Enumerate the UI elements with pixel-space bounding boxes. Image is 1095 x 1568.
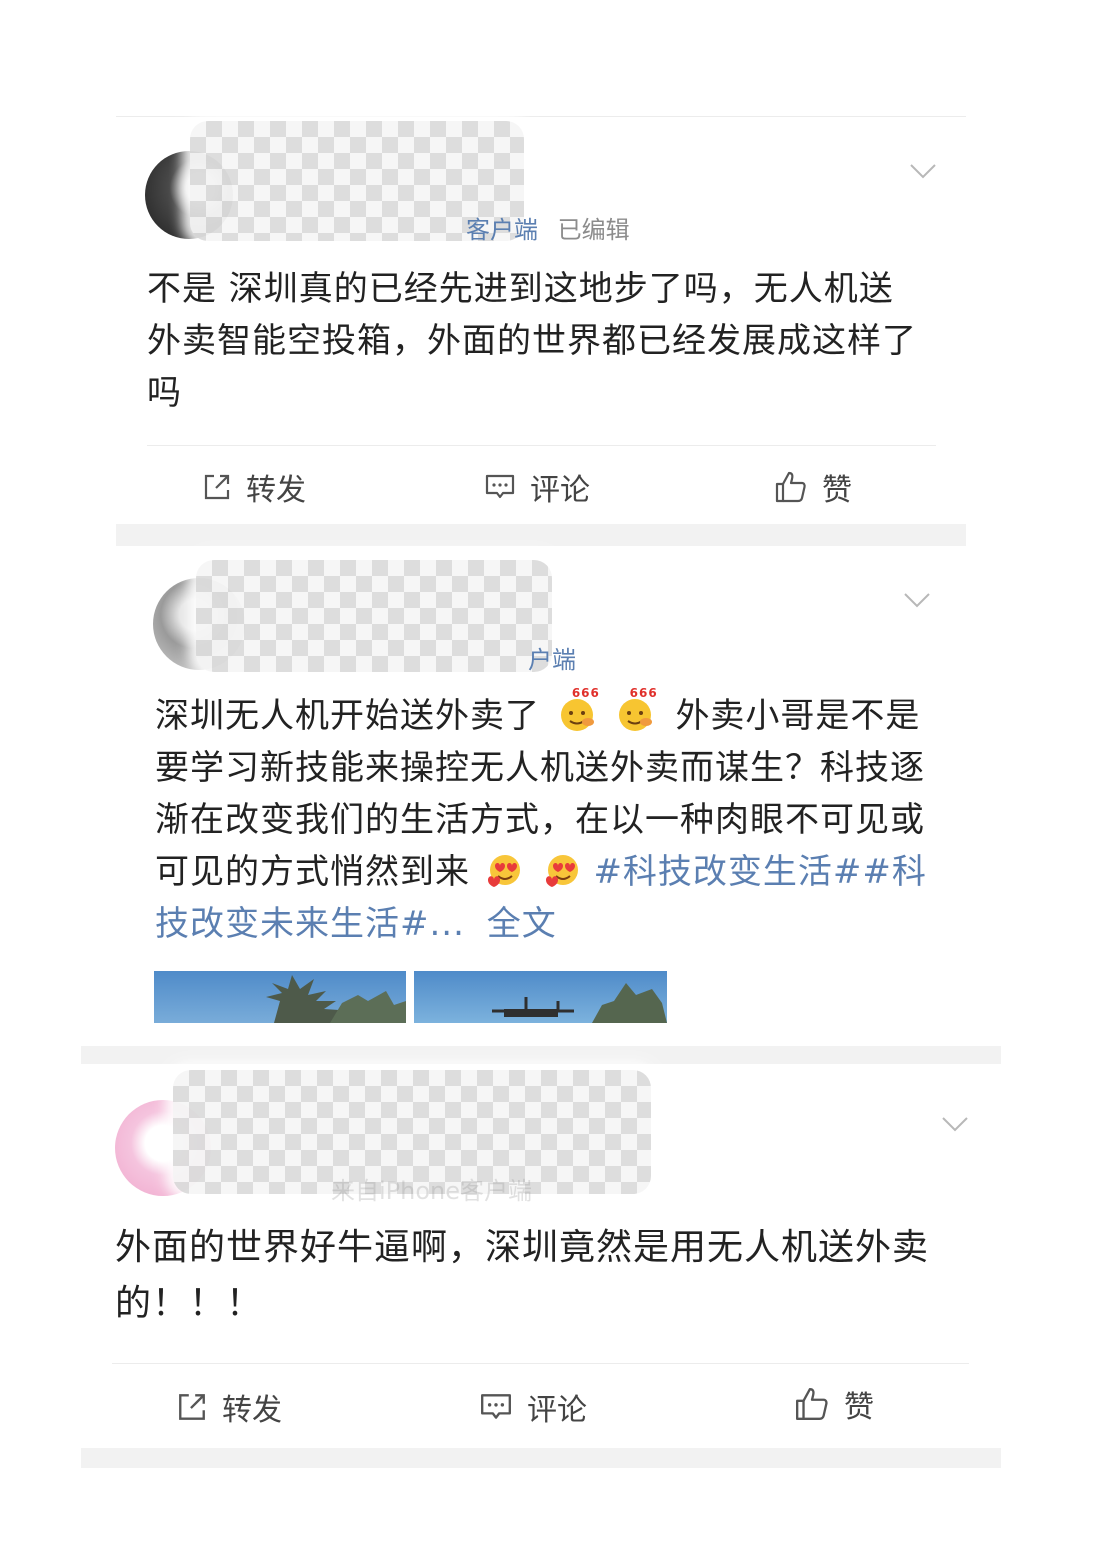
post-text: 不是 深圳真的已经先进到这地步了吗，无人机送外卖智能空投箱，外面的世界都已经发展… [147,269,917,413]
comment-label: 评论 [530,473,590,508]
emoji-666-icon: 666 [616,687,657,733]
comment-button[interactable]: 评论 [484,465,590,509]
emoji-666-label: 666 [571,686,600,700]
tree-silhouette [266,975,406,1023]
post-meta: 户端 [528,640,576,675]
client-source: 来自iPhone客户端 [331,1177,533,1205]
like-button[interactable]: 赞 [794,1382,874,1426]
heart-eyes-emoji-icon [486,851,524,889]
action-divider [112,1363,969,1364]
chevron-down-icon[interactable] [904,592,930,608]
comment-icon [485,474,515,499]
post-text-part-1: 深圳无人机开始送外卖了 [155,696,540,736]
like-button[interactable]: 赞 [774,465,852,509]
post-card-2: 户端 深圳无人机开始送外卖了 666 666 外卖小哥是不是要学习新技能来操控无… [116,546,966,1023]
post-meta: 客户端 已编辑 [466,210,630,245]
chevron-down-icon[interactable] [910,163,936,179]
post-image-1[interactable] [154,971,406,1023]
post-card-1: 客户端 已编辑 不是 深圳真的已经先进到这地步了吗，无人机送外卖智能空投箱，外面… [116,117,966,523]
full-text-link[interactable]: 全文 [487,904,557,944]
client-source: 客户端 [466,216,538,244]
emoji-666-label: 666 [629,686,658,700]
comment-button[interactable]: 评论 [479,1385,587,1429]
repost-button[interactable]: 转发 [202,465,306,509]
like-label: 赞 [822,473,852,508]
post-text: 深圳无人机开始送外卖了 666 666 外卖小哥是不是要学习新技能来操控无人机送… [155,687,935,950]
chevron-down-icon[interactable] [942,1116,968,1132]
username-mask [196,560,552,672]
post-meta: 来自iPhone客户端 [331,1171,532,1206]
emoji-666-icon: 666 [558,687,599,733]
edited-label: 已编辑 [557,216,630,244]
comment-icon [481,1394,511,1419]
thumbs-up-icon [775,471,806,503]
repost-button[interactable]: 转发 [176,1385,282,1429]
action-divider [147,445,936,446]
heart-eyes-emoji-icon [544,851,582,889]
separator-band [81,1448,1001,1468]
post-card-3: 来自iPhone客户端 外面的世界好牛逼啊，深圳竟然是用无人机送外卖的！！！ 转… [81,1064,1001,1448]
comment-label: 评论 [527,1393,587,1428]
share-icon [179,1394,205,1420]
like-label: 赞 [844,1390,874,1425]
post-image-2[interactable] [414,971,667,1023]
repost-label: 转发 [246,473,306,508]
repost-label: 转发 [222,1393,282,1428]
separator-band [116,524,966,546]
share-icon [204,474,230,500]
post-text: 外面的世界好牛逼啊，深圳竟然是用无人机送外卖的！！！ [115,1227,930,1324]
drone-silhouette [492,983,667,1023]
separator-band [81,1046,1001,1064]
client-source: 户端 [528,646,576,674]
thumbs-up-icon [796,1388,828,1420]
